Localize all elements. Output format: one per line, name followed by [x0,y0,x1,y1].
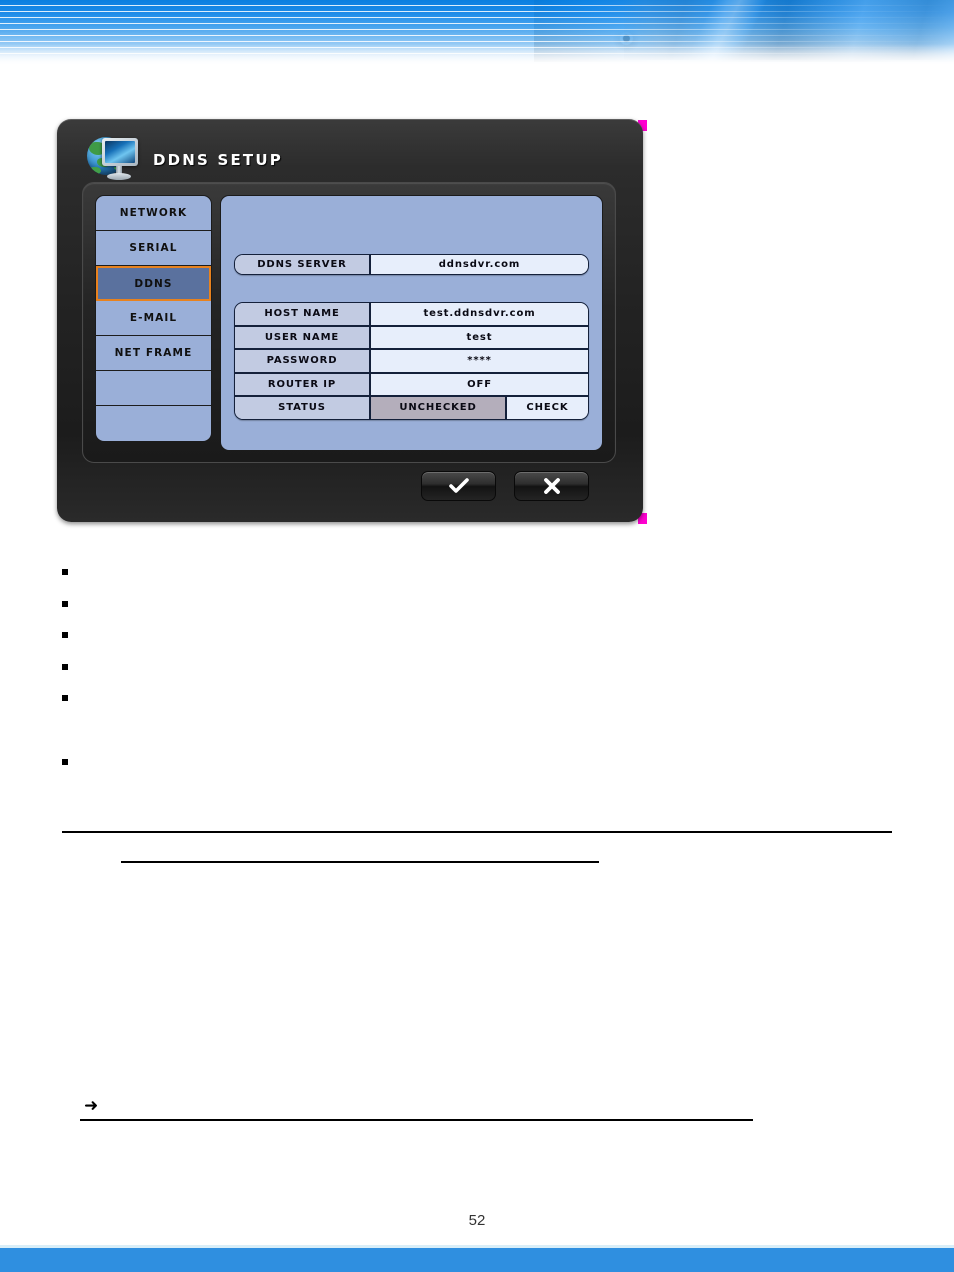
globe-monitor-icon [87,135,139,185]
status-label: STATUS [235,397,371,419]
list-item [62,632,68,638]
ddns-setup-dialog: DDNS SETUP NETWORK SERIAL DDNS E-MAIL NE… [57,119,647,526]
ddns-server-row: DDNS SERVER ddnsdvr.com [234,254,589,275]
user-name-value[interactable]: test [371,327,588,349]
table-row: USER NAME test [235,327,588,351]
sidebar-item-network[interactable]: NETWORK [96,196,211,231]
arrow-right-icon: ➜ [84,1098,98,1115]
list-item [62,664,68,670]
dialog-frame: DDNS SETUP NETWORK SERIAL DDNS E-MAIL NE… [57,119,643,522]
table-row: HOST NAME test.ddnsdvr.com [235,303,588,327]
ddns-server-label: DDNS SERVER [235,255,371,274]
router-ip-value[interactable]: OFF [371,374,588,396]
sidebar-item-email[interactable]: E-MAIL [96,301,211,336]
table-row: ROUTER IP OFF [235,374,588,398]
monitor-base [107,173,131,180]
banner-fade [0,44,954,68]
list-item [62,759,68,765]
page-number: 52 [0,1212,954,1229]
dialog-inner-panel: NETWORK SERIAL DDNS E-MAIL NET FRAME DDN… [82,182,616,463]
dialog-button-row [421,471,589,501]
monitor-screen [105,141,135,163]
list-item [62,601,68,607]
ddns-settings-table: HOST NAME test.ddnsdvr.com USER NAME tes… [234,302,589,420]
sidebar-item-ddns[interactable]: DDNS [96,266,211,301]
host-name-value[interactable]: test.ddnsdvr.com [371,303,588,325]
status-badge: UNCHECKED [371,397,507,419]
sidebar-item-empty-1[interactable] [96,371,211,406]
subsection-underline [121,861,599,863]
check-icon [449,478,469,494]
password-value[interactable]: **** [371,350,588,372]
table-row: PASSWORD **** [235,350,588,374]
check-button[interactable]: CHECK [507,397,588,419]
sidebar-item-net-frame[interactable]: NET FRAME [96,336,211,371]
host-name-label: HOST NAME [235,303,371,325]
sidebar-item-serial[interactable]: SERIAL [96,231,211,266]
table-row-status: STATUS UNCHECKED CHECK [235,397,588,419]
ddns-server-value[interactable]: ddnsdvr.com [371,255,588,274]
user-name-label: USER NAME [235,327,371,349]
footer-bar [0,1248,954,1272]
sidebar-item-empty-2[interactable] [96,406,211,441]
router-ip-label: ROUTER IP [235,374,371,396]
list-item [62,569,68,575]
note-underline [80,1119,753,1121]
confirm-check-button[interactable] [421,471,496,501]
cancel-close-button[interactable] [514,471,589,501]
page-header-banner [0,0,954,68]
monitor-icon [102,138,138,166]
password-label: PASSWORD [235,350,371,372]
ddns-content-panel: DDNS SERVER ddnsdvr.com HOST NAME test.d… [220,195,603,451]
section-divider-top [62,831,892,833]
setup-sidebar: NETWORK SERIAL DDNS E-MAIL NET FRAME [95,195,212,442]
close-icon [543,478,561,494]
list-item [62,695,68,701]
dialog-title-row: DDNS SETUP [87,135,283,185]
dialog-title: DDNS SETUP [153,151,283,169]
